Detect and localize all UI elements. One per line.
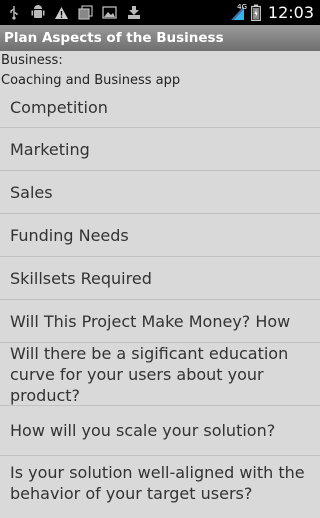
list-item-make-money[interactable]: Will This Project Make Money? How <box>0 299 320 342</box>
list-item-label: Sales <box>10 182 53 202</box>
business-info: Business: Coaching and Business app <box>0 51 320 91</box>
list-item-funding-needs[interactable]: Funding Needs <box>0 213 320 256</box>
list-item-label: Will there be a sigificant education cur… <box>10 343 289 405</box>
list-item-label: Skillsets Required <box>10 268 152 288</box>
list-item-label: How will you scale your solution? <box>10 421 276 440</box>
image-icon <box>102 5 117 20</box>
list-item-competition[interactable]: Competition <box>0 87 320 127</box>
list-item-scale-solution[interactable]: How will you scale your solution? <box>0 405 320 455</box>
list-item-education-curve[interactable]: Will there be a sigificant education cur… <box>0 342 320 405</box>
business-label: Business: <box>1 53 63 68</box>
notification-icons <box>0 5 141 20</box>
android-debug-icon <box>30 5 45 20</box>
list-item-label: Is your solution well-aligned with the b… <box>10 463 305 503</box>
download-icon <box>126 5 141 20</box>
usb-icon <box>6 5 21 20</box>
page-title: Plan Aspects of the Business <box>4 30 224 46</box>
list-item-sales[interactable]: Sales <box>0 170 320 213</box>
list-item-marketing[interactable]: Marketing <box>0 127 320 170</box>
aspects-list: Competition Marketing Sales Funding Need… <box>0 87 320 518</box>
gallery-icon <box>78 5 93 20</box>
status-bar: 4G 12:03 <box>0 0 320 25</box>
title-bar: Plan Aspects of the Business <box>0 25 320 51</box>
list-item-label: Competition <box>10 97 108 117</box>
list-item-target-alignment[interactable]: Is your solution well-aligned with the b… <box>0 455 320 518</box>
clock: 12:03 <box>267 3 314 22</box>
list-item-label: Will This Project Make Money? How <box>10 311 291 331</box>
network-type-label: 4G <box>237 3 247 11</box>
list-item-skillsets-required[interactable]: Skillsets Required <box>0 256 320 299</box>
list-item-label: Funding Needs <box>10 225 129 245</box>
list-item-label: Marketing <box>10 139 90 159</box>
battery-icon <box>249 4 264 21</box>
warning-icon <box>54 5 69 20</box>
